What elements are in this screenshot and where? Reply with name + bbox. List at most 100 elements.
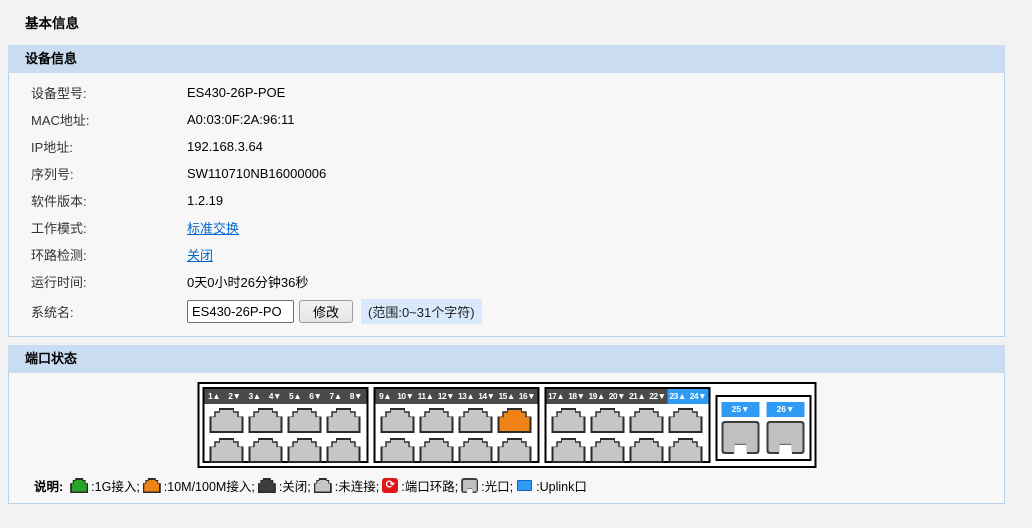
legend-rj45-1g-icon xyxy=(70,478,88,493)
system-name-label: 系统名: xyxy=(9,302,187,321)
rj45-fill xyxy=(290,440,320,461)
rj45-fill xyxy=(290,410,320,431)
legend-item: :关闭; xyxy=(255,476,311,495)
port-number-label: 8▼ xyxy=(346,389,366,404)
switch-port-panel: 1▲2▼3▲4▼5▲6▼7▲8▼9▲10▼11▲12▼13▲14▼15▲16▼1… xyxy=(197,382,816,468)
port-number-label: 5▲ xyxy=(285,389,305,404)
port-number-label: 19▲ xyxy=(587,389,607,404)
device-info-row: 工作模式:标准交换 xyxy=(9,214,1004,241)
device-info-value: 1.2.19 xyxy=(187,193,223,208)
port-number-label: 18▼ xyxy=(566,389,586,404)
sfp-port-number-label: 25▼ xyxy=(722,402,760,417)
port-block: 17▲18▼19▲20▼21▲22▼23▲24▼ xyxy=(544,387,710,463)
port-block-header: 9▲10▼11▲12▼13▲14▼15▲16▼ xyxy=(375,389,537,404)
legend-item: :Uplink口 xyxy=(513,476,587,495)
device-info-label: 设备型号: xyxy=(9,83,187,102)
rj45-fill xyxy=(593,410,623,431)
legend-label: :关闭; xyxy=(279,476,311,495)
rj45-fill xyxy=(259,480,274,492)
rj45-port-9 xyxy=(381,408,415,433)
device-info-label: 工作模式: xyxy=(9,218,187,237)
port-number-label: 15▲ xyxy=(497,389,517,404)
rj45-fill xyxy=(422,440,452,461)
port-number-label: 22▼ xyxy=(647,389,667,404)
port-status-body: 1▲2▼3▲4▼5▲6▼7▲8▼9▲10▼11▲12▼13▲14▼15▲16▼1… xyxy=(8,373,1005,504)
rj45-port-12 xyxy=(420,438,454,463)
sfp-port: 26▼ xyxy=(767,402,805,454)
page-title: 基本信息 xyxy=(0,0,1032,45)
rj45-port-19 xyxy=(591,408,625,433)
port-grid xyxy=(375,404,537,467)
rj45-fill xyxy=(461,440,491,461)
rj45-port-1 xyxy=(210,408,244,433)
legend-label: :端口环路; xyxy=(401,476,458,495)
port-block: 1▲2▼3▲4▼5▲6▼7▲8▼ xyxy=(202,387,368,463)
rj45-fill xyxy=(329,440,359,461)
rj45-port-18 xyxy=(552,438,586,463)
port-number-label: 11▲ xyxy=(416,389,436,404)
fiber-port-icon xyxy=(461,478,478,493)
device-info-row: 环路检测:关闭 xyxy=(9,241,1004,268)
legend-label: :Uplink口 xyxy=(536,476,587,495)
rj45-port-14 xyxy=(459,438,493,463)
rj45-port-4 xyxy=(249,438,283,463)
rj45-fill xyxy=(383,410,413,431)
port-number-label: 4▼ xyxy=(265,389,285,404)
port-number-label: 14▼ xyxy=(476,389,496,404)
sfp-port: 25▼ xyxy=(722,402,760,454)
port-block-header: 17▲18▼19▲20▼21▲22▼23▲24▼ xyxy=(546,389,708,404)
rj45-port-11 xyxy=(420,408,454,433)
rj45-fill xyxy=(212,440,242,461)
rj45-fill xyxy=(500,440,530,461)
rj45-fill xyxy=(593,440,623,461)
legend-item: :1G接入; xyxy=(67,476,140,495)
sfp-fill xyxy=(769,423,803,452)
rj45-port-17 xyxy=(552,408,586,433)
device-info-value-link[interactable]: 关闭 xyxy=(187,245,213,264)
rj45-port-21 xyxy=(630,408,664,433)
rj45-fill xyxy=(251,440,281,461)
rj45-port-5 xyxy=(288,408,322,433)
rj45-port-23 xyxy=(669,408,703,433)
device-info-value: ES430-26P-POE xyxy=(187,85,285,100)
system-name-input[interactable] xyxy=(187,300,294,323)
device-info-label: IP地址: xyxy=(9,137,187,156)
port-number-label: 20▼ xyxy=(607,389,627,404)
sfp-port-shape xyxy=(722,421,760,454)
device-info-row: 序列号:SW110710NB16000006 xyxy=(9,160,1004,187)
device-info-row: 软件版本:1.2.19 xyxy=(9,187,1004,214)
legend-label: :未连接; xyxy=(335,476,379,495)
device-info-section: 设备信息 设备型号:ES430-26P-POEMAC地址:A0:03:0F:2A… xyxy=(8,45,1005,337)
sfp-fill xyxy=(463,480,477,492)
device-info-row: IP地址:192.168.3.64 xyxy=(9,133,1004,160)
rj45-port-24 xyxy=(669,438,703,463)
rj45-fill xyxy=(671,410,701,431)
legend-item: :光口; xyxy=(458,476,513,495)
port-number-label: 12▼ xyxy=(436,389,456,404)
device-info-value-link[interactable]: 标准交换 xyxy=(187,218,239,237)
port-number-label: 7▲ xyxy=(326,389,346,404)
uplink-port-icon xyxy=(517,480,532,491)
port-loop-icon: ⟳ xyxy=(382,478,398,493)
port-number-label: 24▼ xyxy=(688,389,708,404)
rj45-port-8 xyxy=(327,438,361,463)
rj45-fill xyxy=(212,410,242,431)
device-info-value: SW110710NB16000006 xyxy=(187,166,326,181)
device-info-label: MAC地址: xyxy=(9,110,187,129)
rj45-fill xyxy=(554,410,584,431)
port-number-label: 16▼ xyxy=(517,389,537,404)
device-info-rows: 设备型号:ES430-26P-POEMAC地址:A0:03:0F:2A:96:1… xyxy=(9,79,1004,295)
system-name-range-hint: (范围:0~31个字符) xyxy=(361,299,482,324)
rj45-port-6 xyxy=(288,438,322,463)
port-number-label: 6▼ xyxy=(305,389,325,404)
rj45-fill xyxy=(461,410,491,431)
sfp-fill xyxy=(724,423,758,452)
rj45-fill xyxy=(632,440,662,461)
device-info-value: 0天0小时26分钟36秒 xyxy=(187,272,308,291)
modify-button[interactable]: 修改 xyxy=(299,300,353,323)
device-info-value: A0:03:0F:2A:96:11 xyxy=(187,112,294,127)
port-block: 9▲10▼11▲12▼13▲14▼15▲16▼ xyxy=(373,387,539,463)
legend-prefix: 说明: xyxy=(34,476,63,495)
port-number-label: 10▼ xyxy=(395,389,415,404)
port-status-header: 端口状态 xyxy=(8,345,1005,373)
